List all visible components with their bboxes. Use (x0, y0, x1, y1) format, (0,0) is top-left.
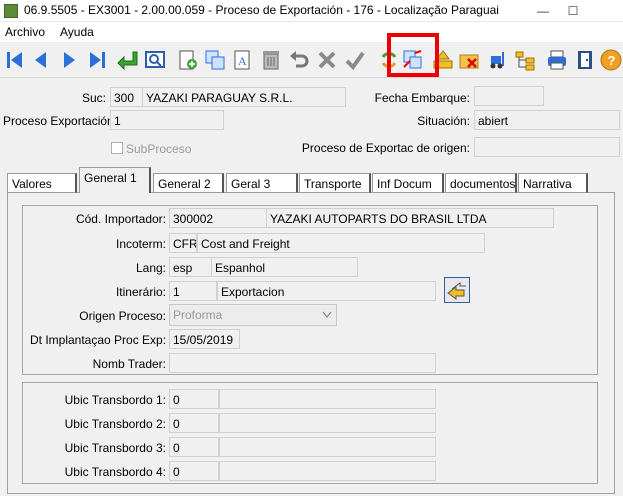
copy-icon[interactable] (204, 49, 226, 71)
incoterm-name-field[interactable]: Cost and Freight (197, 233, 485, 253)
title-bar: 06.9.5505 - EX3001 - 2.00.00.059 - Proce… (0, 0, 623, 22)
fecha-embarque-field[interactable] (474, 86, 544, 106)
lang-name-field[interactable]: Espanhol (211, 257, 358, 277)
situacion-field[interactable]: abiert (474, 110, 620, 130)
proceso-exportacion-label: Proceso Exportación: (3, 114, 118, 128)
tab-geral-3[interactable]: Geral 3 (226, 173, 298, 193)
lang-code-field[interactable]: esp (169, 257, 212, 277)
print-icon[interactable] (546, 49, 568, 71)
transbordo-1-name[interactable] (219, 389, 436, 409)
new-icon[interactable] (176, 49, 198, 71)
transbordo-3-label: Ubic Transbordo 3: (64, 441, 166, 455)
importador-label: Cód. Importador: (75, 212, 166, 226)
proceso-origen-label: Proceso de Exportac de origen: (301, 141, 470, 155)
proceso-origen-field[interactable] (474, 137, 620, 157)
suc-name-field[interactable]: YAZAKI PARAGUAY S.R.L. (142, 87, 346, 107)
app-icon (4, 4, 18, 18)
transbordo-3-code[interactable]: 0 (169, 437, 219, 457)
delete-icon[interactable] (260, 49, 282, 71)
menu-archivo[interactable]: Archivo (5, 25, 45, 39)
confirm-icon[interactable] (344, 49, 366, 71)
first-icon[interactable] (4, 49, 26, 71)
svg-text:A: A (238, 54, 247, 68)
origen-proceso-select[interactable]: Proforma (169, 304, 337, 326)
situacion-label: Situación: (417, 114, 470, 128)
next-icon[interactable] (58, 49, 80, 71)
nomb-trader-label: Nomb Trader: (92, 357, 166, 371)
incoterm-label: Incoterm: (115, 237, 166, 251)
dt-implantacao-field[interactable]: 15/05/2019 (169, 329, 240, 349)
suc-label: Suc: (81, 91, 106, 105)
minimize-button[interactable]: — (528, 0, 558, 22)
transbordo-4-code[interactable]: 0 (169, 461, 219, 481)
origen-proceso-label: Origen Proceso: (79, 309, 166, 323)
undo-icon[interactable] (288, 49, 310, 71)
tab-inf-docum[interactable]: Inf Docum (372, 173, 444, 193)
subproceso-label: SubProceso (126, 142, 192, 156)
enter-icon[interactable] (116, 49, 138, 71)
help-icon[interactable]: ? (600, 49, 622, 71)
cancel-icon[interactable] (316, 49, 338, 71)
itinerario-code-field[interactable]: 1 (169, 281, 217, 301)
forklift-icon[interactable] (486, 49, 508, 71)
maximize-button[interactable]: ☐ (558, 0, 588, 22)
highlight-box (387, 33, 439, 77)
transbordo-2-label: Ubic Transbordo 2: (64, 417, 166, 431)
svg-text:?: ? (608, 53, 616, 68)
dt-implantacao-label: Dt Implantaçao Proc Exp: (30, 333, 167, 347)
transbordo-2-code[interactable]: 0 (169, 413, 219, 433)
itinerario-label: Itinerário: (115, 285, 166, 299)
tab-documentos[interactable]: documentos (445, 173, 517, 193)
view-icon[interactable] (144, 49, 166, 71)
itinerario-name-field[interactable]: Exportacion (217, 281, 436, 301)
itinerario-lookup-icon[interactable] (444, 277, 470, 303)
suc-code-field[interactable]: 300 (110, 87, 143, 107)
transbordo-4-name[interactable] (219, 461, 436, 481)
subproceso-checkbox[interactable] (111, 142, 123, 154)
menu-bar: Archivo Ayuda (0, 22, 623, 42)
transbordo-4-label: Ubic Transbordo 4: (64, 465, 166, 479)
tab-narrativa[interactable]: Narrativa (518, 173, 588, 193)
lang-label: Lang: (135, 261, 166, 275)
chevron-down-icon (322, 311, 332, 318)
transbordo-1-label: Ubic Transbordo 1: (64, 393, 166, 407)
tab-general-1[interactable]: General 1 (79, 167, 151, 193)
proceso-exportacion-field[interactable]: 1 (110, 110, 224, 130)
transbordo-1-code[interactable]: 0 (169, 389, 219, 409)
nomb-trader-field[interactable] (169, 353, 436, 373)
importador-name-field[interactable]: YAZAKI AUTOPARTS DO BRASIL LTDA (266, 208, 554, 228)
folder-delete-icon[interactable] (458, 49, 480, 71)
fecha-embarque-label: Fecha Embarque: (374, 91, 470, 105)
tab-general-2[interactable]: General 2 (153, 173, 224, 193)
edit-text-icon[interactable]: A (232, 49, 254, 71)
transbordo-3-name[interactable] (219, 437, 436, 457)
window-title: 06.9.5505 - EX3001 - 2.00.00.059 - Proce… (24, 3, 499, 17)
importador-code-field[interactable]: 300002 (169, 208, 267, 228)
exit-icon[interactable] (574, 49, 596, 71)
toolbar: A ? (0, 42, 623, 78)
prev-icon[interactable] (30, 49, 52, 71)
last-icon[interactable] (86, 49, 108, 71)
tab-transporte[interactable]: Transporte (299, 173, 371, 193)
tree-icon[interactable] (514, 49, 536, 71)
tab-valores[interactable]: Valores (7, 173, 77, 193)
menu-ayuda[interactable]: Ayuda (60, 25, 94, 39)
transbordo-2-name[interactable] (219, 413, 436, 433)
incoterm-code-field[interactable]: CFR (169, 233, 197, 253)
